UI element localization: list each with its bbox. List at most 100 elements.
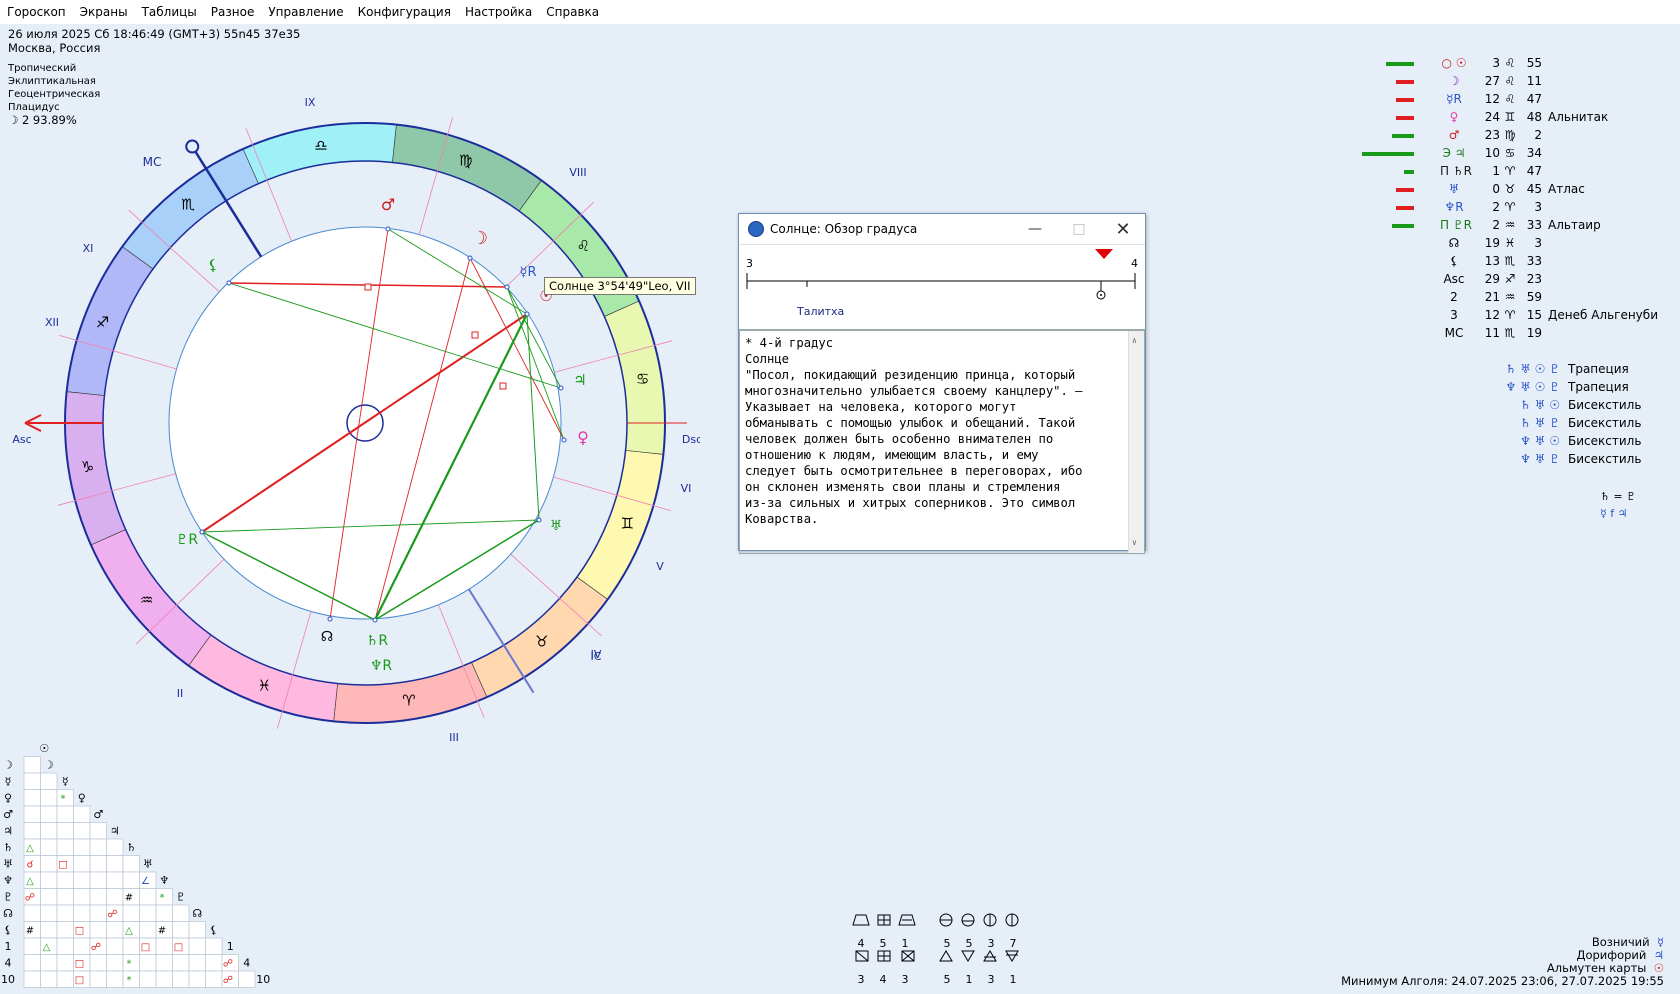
zodiac-type: Тропический [8, 63, 77, 74]
planet-degree: 2 [1492, 218, 1500, 232]
planet-tooltip: Солнце 3°54'49"Leo, VII [544, 277, 696, 295]
scrollbar[interactable]: ∧ ∨ [1128, 331, 1144, 553]
grid-cell [89, 921, 107, 939]
scroll-down-icon[interactable]: ∨ [1132, 535, 1137, 551]
house-number: V [656, 560, 664, 573]
degree-description[interactable]: ∧ ∨ * 4-й градус Солнце "Посол, покидающий… [739, 330, 1145, 554]
planet-sign: ♈ [1504, 308, 1516, 322]
grid-cell [56, 871, 74, 889]
menu-item-4[interactable]: Управление [261, 5, 350, 19]
grid-cell [106, 855, 124, 873]
description-line: следует быть осмотрительнее в переговора… [745, 464, 1083, 478]
quadrant-value: 3 [857, 973, 865, 986]
dignity-bar [1396, 206, 1414, 210]
ic-label: IC [591, 650, 602, 663]
aspect-mark: * [61, 794, 66, 805]
planet-point [327, 616, 333, 622]
grid-col-symbol: ♄ [126, 841, 136, 854]
planet-degree: 2 [1492, 200, 1500, 214]
menu-item-3[interactable]: Разное [204, 5, 262, 19]
description-line: Коварства. [745, 512, 819, 526]
horoscope-wheel[interactable]: ♈♉♊♋♌♍♎♏♐♑♒♓ IXVIIIXIXIIVIVIVIIIIIMCAsc D… [0, 80, 700, 760]
planet-minute: 3 [1534, 236, 1542, 250]
saturn-glyph: ♄R [366, 633, 389, 649]
aspect-mark: □ [58, 860, 67, 871]
aspect-grid[interactable]: ☽☿♀♂♃♄♅♆♇☊⚸1410☉☽☿♀♂♃♄♅♆♇☊⚸1410*△☌ □△ ∠☍ # *… [0, 734, 400, 994]
maximize-icon[interactable]: □ [1057, 221, 1101, 237]
grid-cell [155, 954, 173, 972]
planet-symbol: ☽ [1448, 74, 1460, 88]
description-line: человек должен быть особенно внимателен … [745, 432, 1054, 446]
grid-cell [23, 822, 41, 840]
grid-cell [122, 937, 140, 955]
description-line: обманывать с помощью улыбок и обещаний. … [745, 416, 1076, 430]
menu-item-7[interactable]: Справка [539, 5, 606, 19]
planet-sign: ♏ [1504, 326, 1516, 340]
planet-symbol: ♅ [1448, 182, 1460, 196]
aspect-mark: # [125, 893, 133, 904]
grid-cell [73, 822, 91, 840]
grid-cell [56, 970, 74, 988]
grid-cell [122, 855, 140, 873]
dignity-bar [1396, 116, 1414, 120]
grid-row-symbol: 4 [5, 957, 12, 970]
grid-col-symbol: ♃ [110, 825, 120, 838]
grid-cell [56, 805, 74, 823]
quadrant-value: 5 [879, 937, 887, 950]
quadrant-value: 1 [965, 973, 973, 986]
configuration-glyphs: ♆ ♅ ☉ ♇ [1505, 380, 1560, 394]
grid-cell [139, 954, 157, 972]
planet-point [385, 226, 391, 232]
menu-item-5[interactable]: Конфигурация [351, 5, 458, 19]
grid-cell [155, 970, 173, 988]
planet-sign: ♌ [1504, 74, 1516, 88]
grid-col-symbol: ⚸ [210, 924, 218, 937]
moon-glyph: ☽ [472, 228, 488, 249]
house-number: III [449, 731, 459, 744]
fixed-star: Денеб Альгенуби [1548, 308, 1658, 322]
grid-row-symbol: ☿ [5, 775, 12, 788]
planet-symbol: Asc [1443, 272, 1465, 286]
quadrant-value: 3 [987, 973, 995, 986]
fixed-star-label[interactable]: Талитха [797, 305, 844, 318]
planet-minute: 33 [1526, 254, 1542, 268]
asc-label: Asc [12, 433, 31, 446]
dialog-titlebar[interactable]: Солнце: Обзор градуса — □ ✕ [739, 214, 1145, 245]
node-glyph: ☊ [321, 629, 333, 645]
menu-item-0[interactable]: Гороскоп [0, 5, 73, 19]
mercury-glyph: ☿R [519, 265, 536, 280]
grid-row-symbol: ⚸ [4, 924, 12, 937]
planet-degree: 27 [1484, 74, 1500, 88]
grid-cell [40, 855, 58, 873]
square-marker [499, 382, 507, 390]
grid-cell [188, 921, 206, 939]
scroll-up-icon[interactable]: ∧ [1132, 333, 1137, 349]
grid-row-symbol: ☊ [3, 907, 13, 920]
planet-minute: 15 [1526, 308, 1542, 322]
grid-cell [40, 904, 58, 922]
grid-row-symbol: 1 [5, 940, 12, 953]
configuration-name: Бисекстиль [1568, 452, 1642, 466]
grid-row-symbol: 10 [1, 973, 15, 986]
planet-sign: ♉ [1504, 182, 1516, 196]
degree-overview-dialog[interactable]: Солнце: Обзор градуса — □ ✕ 3 4 Талитха … [738, 213, 1146, 554]
close-icon[interactable]: ✕ [1101, 219, 1145, 240]
quadrant-value: 5 [943, 973, 951, 986]
aspect-mark: ∠ [141, 876, 150, 887]
menu-item-2[interactable]: Таблицы [135, 5, 204, 19]
mc-marker [185, 139, 200, 154]
planet-degree: 23 [1484, 128, 1500, 142]
grid-col-symbol: ♆ [159, 874, 169, 887]
aspect-mark: * [127, 975, 132, 986]
menu-item-1[interactable]: Экраны [73, 5, 135, 19]
planet-minute: 48 [1526, 110, 1542, 124]
description-line: отношению к людям, имеющим власть, и ему [745, 448, 1039, 462]
minimize-icon[interactable]: — [1013, 221, 1057, 237]
grid-cell [73, 805, 91, 823]
planet-minute: 23 [1526, 272, 1542, 286]
menu-item-6[interactable]: Настройка [458, 5, 539, 19]
planet-minute: 55 [1526, 56, 1542, 70]
description-line: он склонен изменять свои планы и стремле… [745, 480, 1061, 494]
grid-col-symbol: ♅ [143, 858, 153, 871]
grid-cell [106, 970, 124, 988]
